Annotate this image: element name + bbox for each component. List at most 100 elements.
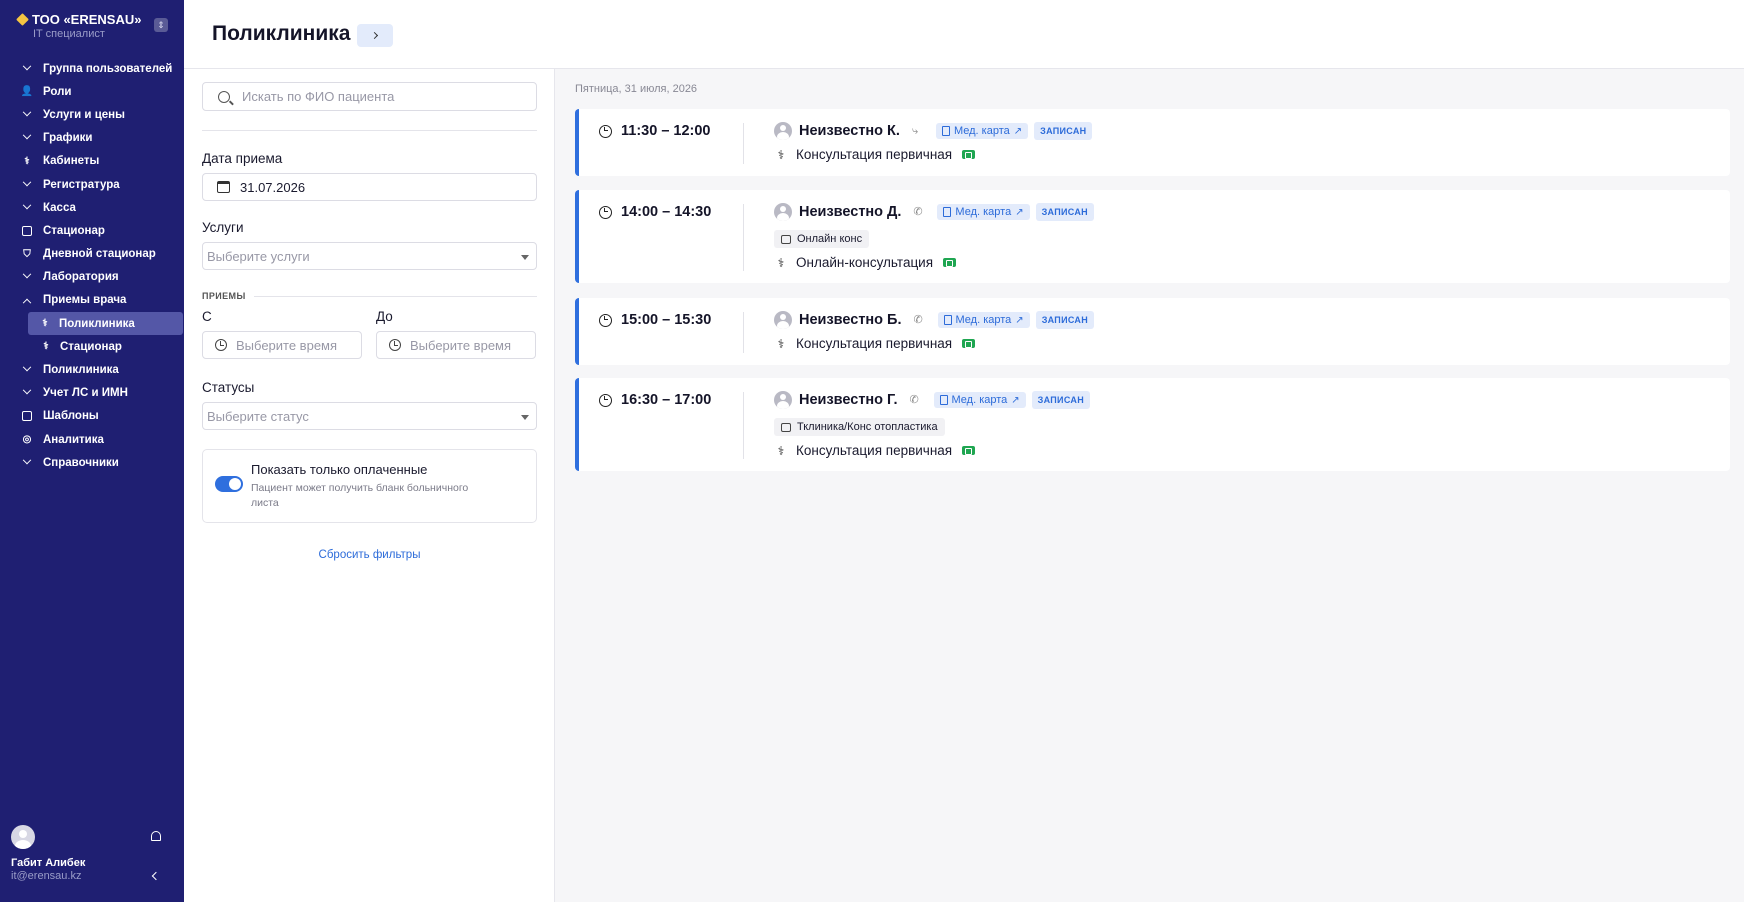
- status-badge: ЗАПИСАН: [1035, 311, 1095, 329]
- nav-item-templates[interactable]: Шаблоны: [0, 405, 184, 428]
- med-card-link[interactable]: Мед. карта ↗: [937, 312, 1030, 328]
- services-select[interactable]: Выберите услуги: [202, 242, 537, 270]
- nav-item-cabinets[interactable]: ⚕ Кабинеты: [0, 150, 184, 173]
- org-role: IT специалист: [33, 28, 105, 40]
- document-icon: [943, 207, 952, 217]
- stethoscope-icon: ⚕: [42, 318, 48, 330]
- appointment-card[interactable]: 11:30 – 12:00 Неизвестно К. ⤷ Мед. карта…: [575, 109, 1730, 176]
- comment-icon: [781, 234, 791, 244]
- nav-item-registry[interactable]: Регистратура: [0, 173, 184, 196]
- chevron-right-icon: [370, 31, 378, 40]
- nav-item-drugs-accounting[interactable]: Учет ЛС и ИМН: [0, 382, 184, 405]
- to-label: До: [376, 309, 393, 324]
- comment-icon: [781, 422, 791, 432]
- sub-nav-hospital[interactable]: ⚕ Стационар: [0, 335, 184, 358]
- phone-icon[interactable]: ✆: [913, 206, 925, 218]
- patient-name[interactable]: Неизвестно Б.: [799, 312, 902, 328]
- med-card-link[interactable]: Мед. карта ↗: [933, 392, 1026, 408]
- date-label: Дата приема: [202, 151, 283, 166]
- divider: [743, 204, 744, 271]
- stethoscope-icon: ⚕: [777, 147, 785, 162]
- video-call-icon[interactable]: [962, 150, 976, 159]
- page-header: Поликлиника: [184, 0, 1744, 69]
- bell-icon[interactable]: [151, 831, 161, 841]
- video-call-icon[interactable]: [943, 258, 957, 267]
- document-icon: [21, 225, 33, 237]
- user-profile[interactable]: Габит Алибек it@erensau.kz: [11, 825, 171, 882]
- chevron-down-icon: [21, 455, 33, 469]
- paid-only-description: Пациент может получить бланк больничного…: [251, 482, 469, 509]
- sidebar: ТОО «ERENSAU» IT специалист ⇕ Группа пол…: [0, 0, 184, 902]
- reset-filters-button[interactable]: Сбросить фильтры: [202, 549, 537, 561]
- stethoscope-icon: ⚕: [777, 255, 785, 270]
- chevron-down-icon: [21, 177, 33, 191]
- sub-nav-polyclinic[interactable]: ⚕ Поликлиника: [28, 312, 183, 336]
- status-label: Статусы: [202, 380, 255, 395]
- paid-only-title: Показать только оплаченные: [251, 462, 428, 477]
- divider: [202, 130, 537, 131]
- date-field[interactable]: 31.07.2026: [202, 173, 537, 201]
- nav-item-schedules[interactable]: Графики: [0, 127, 184, 150]
- avatar: [11, 825, 35, 849]
- chevron-down-icon: [21, 131, 33, 144]
- nav-item-day-hospital[interactable]: ⛉ Дневной стационар: [0, 243, 184, 266]
- appointment-time: 15:00 – 15:30: [599, 312, 711, 328]
- nav-item-roles[interactable]: 👤 Роли: [0, 80, 184, 103]
- paid-only-toggle[interactable]: [215, 476, 243, 492]
- patient-name[interactable]: Неизвестно Г.: [799, 392, 898, 408]
- appointments-schedule: Пятница, 31 июля, 2026 11:30 – 12:00 Неи…: [555, 69, 1744, 902]
- nav-item-user-groups[interactable]: Группа пользователей: [0, 57, 184, 80]
- document-icon: [943, 315, 952, 325]
- caret-down-icon: [521, 415, 529, 420]
- time-from-input[interactable]: Выберите время: [202, 331, 362, 359]
- patient-avatar: [774, 391, 792, 409]
- appointment-card[interactable]: 15:00 – 15:30 Неизвестно Б. ✆ Мед. карта…: [575, 298, 1730, 365]
- nav-item-doctor-appointments[interactable]: Приемы врача: [0, 289, 184, 312]
- nav-item-directories[interactable]: Справочники: [0, 451, 184, 474]
- divider: [743, 312, 744, 353]
- video-call-icon[interactable]: [962, 339, 976, 348]
- appointment-card[interactable]: 16:30 – 17:00 Неизвестно Г. ✆ Мед. карта…: [575, 378, 1730, 471]
- patient-name[interactable]: Неизвестно Д.: [799, 204, 901, 220]
- services-label: Услуги: [202, 220, 244, 235]
- appointment-time: 14:00 – 14:30: [599, 204, 711, 220]
- nav-item-analytics[interactable]: ◎ Аналитика: [0, 428, 184, 451]
- status-badge: ЗАПИСАН: [1034, 122, 1093, 140]
- filter-panel: Искать по ФИО пациента Дата приема 31.07…: [184, 69, 555, 902]
- chevron-down-icon: [21, 270, 33, 283]
- patient-avatar: [774, 203, 792, 221]
- org-name: ТОО «ERENSAU»: [32, 12, 142, 27]
- appointment-card[interactable]: 14:00 – 14:30 Неизвестно Д. ✆ Мед. карта…: [575, 190, 1730, 283]
- med-card-link[interactable]: Мед. карта ↗: [935, 123, 1029, 139]
- nav-item-laboratory[interactable]: Лаборатория: [0, 266, 184, 289]
- service-name: Консультация первичная: [796, 336, 953, 351]
- appointment-note: Онлайн конс: [774, 230, 870, 248]
- bed-icon: ⛉: [23, 248, 31, 260]
- patient-name[interactable]: Неизвестно К.: [799, 123, 900, 139]
- external-link-icon: ↗: [1015, 206, 1024, 218]
- external-link-icon: ↗: [1011, 394, 1020, 406]
- nav-item-services[interactable]: Услуги и цены: [0, 103, 184, 126]
- search-icon: [218, 90, 230, 103]
- phone-icon[interactable]: ✆: [914, 314, 926, 326]
- phone-icon[interactable]: ✆: [910, 394, 922, 406]
- video-call-icon[interactable]: [962, 446, 976, 455]
- nav-item-polyclinic[interactable]: Поликлиника: [0, 358, 184, 381]
- med-card-link[interactable]: Мед. карта ↗: [937, 204, 1030, 220]
- status-select[interactable]: Выберите статус: [202, 402, 537, 430]
- route-icon[interactable]: ⤷: [912, 125, 924, 137]
- divider: [743, 123, 744, 164]
- clock-icon: [599, 393, 612, 407]
- nav-item-cashdesk[interactable]: Касса: [0, 196, 184, 219]
- chevron-up-icon: [21, 294, 33, 308]
- time-to-input[interactable]: Выберите время: [376, 331, 536, 359]
- nav-item-hospital[interactable]: Стационар: [0, 219, 184, 242]
- page-title: Поликлиника: [212, 22, 351, 45]
- switch-org-icon[interactable]: ⇕: [154, 18, 168, 32]
- stethoscope-icon: ⚕: [777, 336, 785, 351]
- org-switcher[interactable]: ТОО «ERENSAU» IT специалист ⇕: [16, 12, 168, 40]
- search-input[interactable]: Искать по ФИО пациента: [202, 82, 537, 111]
- logo-icon: [16, 13, 29, 26]
- service-name: Онлайн-консультация: [796, 255, 934, 270]
- expand-button[interactable]: [357, 24, 393, 47]
